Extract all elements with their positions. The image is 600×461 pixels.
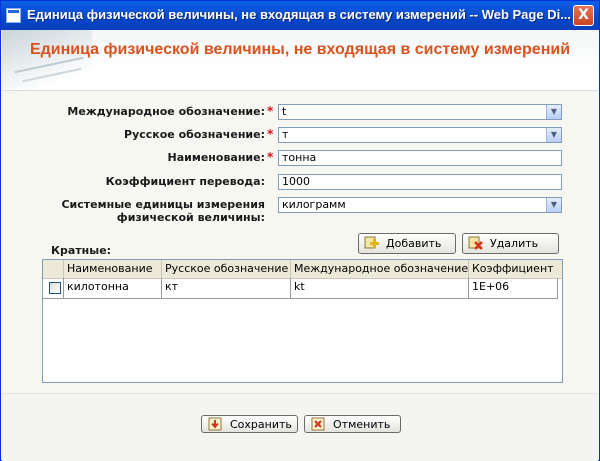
name-label: Наименование:	[167, 151, 266, 164]
delete-icon	[468, 236, 483, 250]
name-input[interactable]: тонна	[278, 150, 562, 166]
russian-symbol-label: Русское обозначение:	[124, 128, 265, 141]
chevron-down-icon[interactable]: ▼	[546, 128, 561, 142]
table-header-select	[43, 260, 64, 278]
international-symbol-label: Международное обозначение:	[67, 105, 265, 118]
add-button-label: Добавить	[386, 237, 442, 250]
add-icon	[364, 236, 379, 249]
dialog-window: Единица физической величины, не входящая…	[0, 0, 600, 461]
row-checkbox[interactable]	[49, 282, 61, 294]
system-unit-value: килограмм	[282, 198, 346, 211]
dialog-footer	[2, 393, 598, 461]
add-button[interactable]: Добавить	[358, 233, 456, 254]
save-button-label: Сохранить	[230, 418, 292, 431]
russian-symbol-value: т	[282, 128, 289, 141]
international-symbol-value: t	[282, 105, 287, 118]
page-title: Единица физической величины, не входящая…	[29, 41, 571, 58]
row-select-cell	[43, 278, 64, 298]
russian-symbol-combo[interactable]: т ▼	[278, 127, 562, 143]
window-icon	[6, 8, 21, 23]
cell-name: килотонна	[64, 278, 162, 298]
column-header-factor[interactable]: Коэффициент	[469, 260, 558, 278]
table-row[interactable]: килотонна кт kt 1E+06	[43, 278, 558, 299]
cell-factor: 1E+06	[469, 278, 558, 298]
column-header-international[interactable]: Международное обозначение	[291, 260, 469, 278]
cancel-button-label: Отменить	[333, 418, 391, 431]
cell-russian: кт	[162, 278, 291, 298]
close-button[interactable]: X	[573, 5, 594, 26]
conversion-factor-input[interactable]: 1000	[278, 174, 562, 190]
chevron-down-icon[interactable]: ▼	[546, 105, 561, 119]
conversion-factor-label: Коэффициент перевода:	[105, 175, 265, 188]
title-bar[interactable]: Единица физической величины, не входящая…	[1, 1, 599, 30]
multiples-label: Кратные:	[51, 244, 112, 257]
delete-button-label: Удалить	[490, 237, 539, 250]
system-unit-combo[interactable]: килограмм ▼	[278, 197, 562, 213]
chevron-down-icon[interactable]: ▼	[546, 198, 561, 212]
column-header-russian[interactable]: Русское обозначение	[162, 260, 291, 278]
cancel-icon	[311, 417, 325, 431]
table-header: Наименование Русское обозначение Междуна…	[43, 260, 562, 279]
dialog-header: Единица физической величины, не входящая…	[2, 30, 598, 91]
column-header-name[interactable]: Наименование	[64, 260, 162, 278]
required-mark: *	[267, 104, 274, 118]
multiples-table: Наименование Русское обозначение Междуна…	[42, 259, 563, 383]
window-title: Единица физической величины, не входящая…	[27, 7, 572, 22]
required-mark: *	[267, 127, 274, 141]
save-button[interactable]: Сохранить	[201, 415, 298, 433]
cancel-button[interactable]: Отменить	[304, 415, 401, 433]
save-icon	[208, 417, 222, 431]
cell-international: kt	[291, 278, 469, 298]
system-unit-label: Системные единицы измерения физической в…	[61, 198, 265, 224]
required-mark: *	[267, 150, 274, 164]
international-symbol-combo[interactable]: t ▼	[278, 104, 562, 120]
delete-button[interactable]: Удалить	[462, 233, 559, 254]
